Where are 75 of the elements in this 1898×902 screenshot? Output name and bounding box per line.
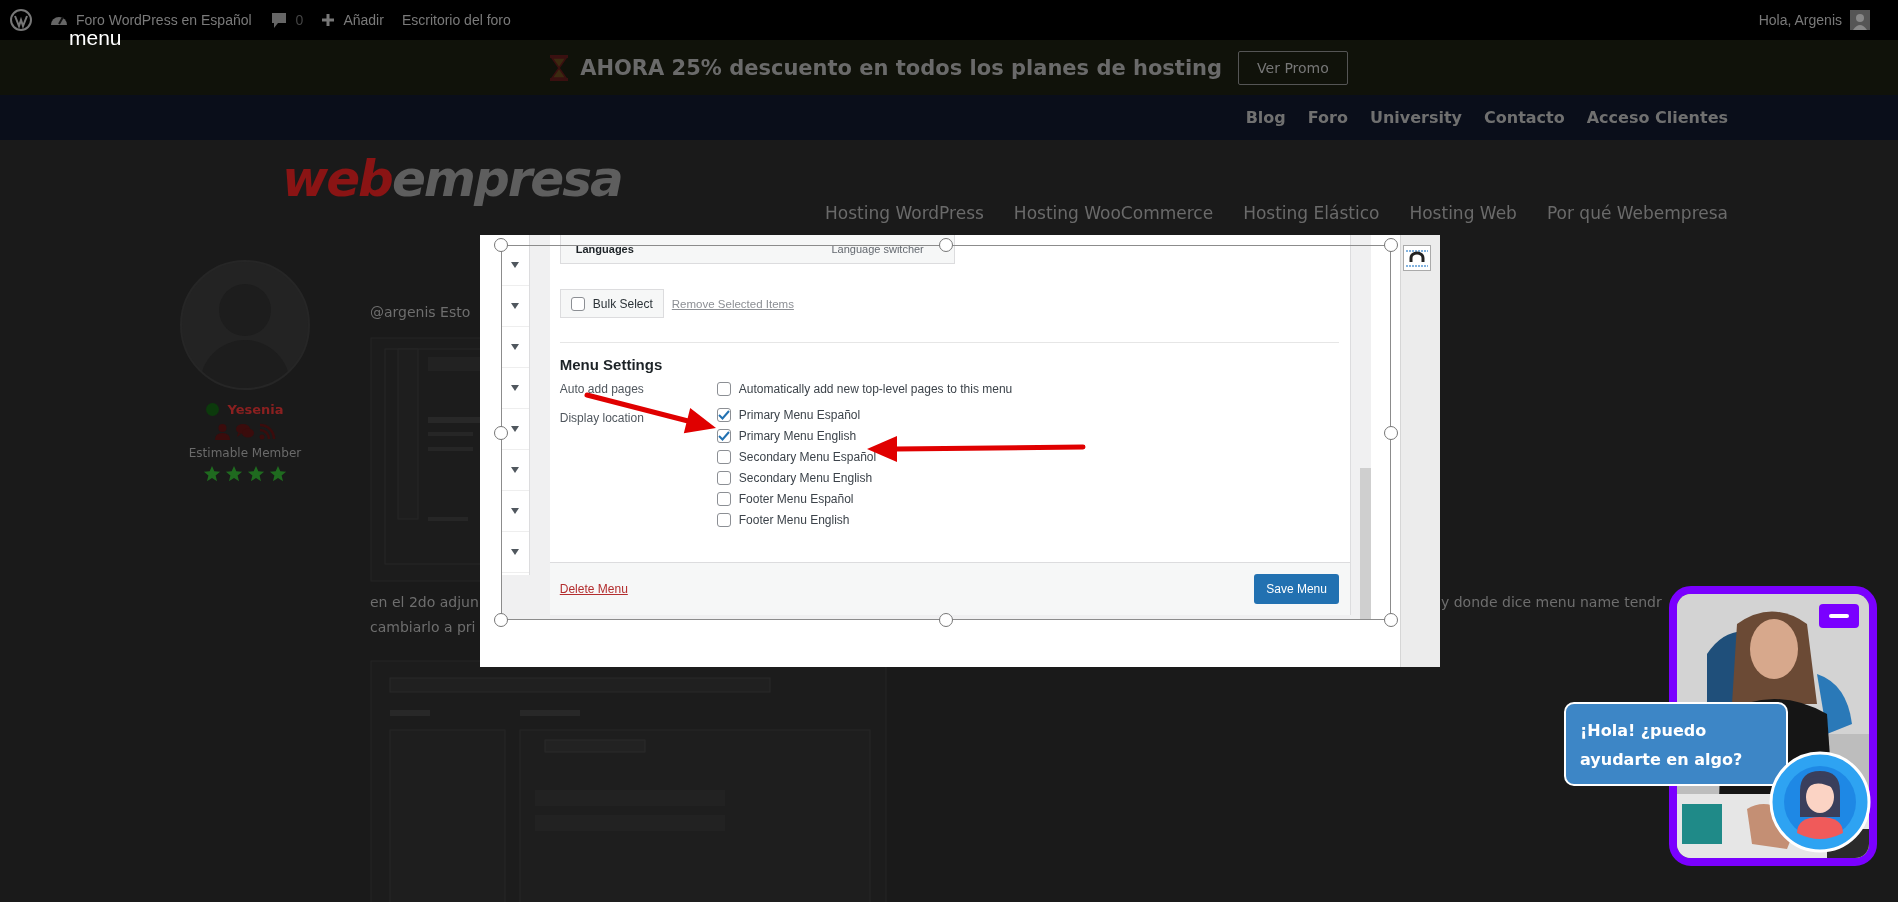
bulk-select-button[interactable]: Bulk Select xyxy=(559,289,664,318)
resize-handle[interactable] xyxy=(939,613,953,627)
checkbox-label[interactable]: Footer Menu English xyxy=(738,513,850,527)
top-nav-link[interactable]: Acceso Clientes xyxy=(1586,108,1728,127)
menu-item-type: Language switcher xyxy=(831,243,924,255)
checkbox-label[interactable]: Secondary Menu English xyxy=(738,471,873,485)
resize-handle[interactable] xyxy=(1384,238,1398,252)
delete-menu-link[interactable]: Delete Menu xyxy=(559,582,628,596)
hourglass-icon xyxy=(550,54,569,81)
promo-text: AHORA 25% descuento en todos los planes de hosting xyxy=(580,55,1223,80)
checkbox[interactable] xyxy=(716,382,731,396)
top-nav-link[interactable]: Contacto xyxy=(1484,108,1565,127)
text-wrap-icon[interactable] xyxy=(1403,245,1431,271)
caret-icon[interactable] xyxy=(511,508,520,514)
chat-message: ¡Hola! ¿puedo ayudarte en algo? xyxy=(1580,721,1743,769)
top-nav-link[interactable]: University xyxy=(1369,108,1463,127)
selection-frame[interactable] xyxy=(501,245,1391,620)
resize-handle[interactable] xyxy=(1384,613,1398,627)
minimize-button[interactable] xyxy=(1819,604,1859,628)
resize-handle[interactable] xyxy=(1384,425,1398,440)
checkbox-label[interactable]: Primary Menu Español xyxy=(738,408,861,422)
checkbox[interactable] xyxy=(716,408,731,422)
caret-icon[interactable] xyxy=(511,385,520,391)
user-avatar-icon[interactable] xyxy=(1850,10,1870,30)
post-text: y donde dice menu name tendr xyxy=(1441,593,1662,612)
comment-icon xyxy=(269,11,288,29)
main-nav-link[interactable]: Hosting Elástico xyxy=(1243,203,1380,227)
caret-icon[interactable] xyxy=(511,467,520,473)
main-nav-link[interactable]: Hosting Web xyxy=(1409,203,1517,227)
post-text: en el 2do adjun xyxy=(370,593,479,612)
menu-label[interactable]: menu xyxy=(69,26,122,50)
checkbox[interactable] xyxy=(716,471,731,485)
save-menu-button[interactable]: Save Menu xyxy=(1254,574,1340,604)
checkbox[interactable] xyxy=(716,450,731,464)
checkbox[interactable] xyxy=(570,296,585,311)
chat-bubble[interactable]: ¡Hola! ¿puedo ayudarte en algo? xyxy=(1564,702,1788,786)
forum-dashboard-link[interactable]: Escritorio del foro xyxy=(401,12,511,28)
checkbox[interactable] xyxy=(716,429,731,443)
checkbox[interactable] xyxy=(716,492,731,506)
caret-icon[interactable] xyxy=(511,303,520,309)
resize-handle[interactable] xyxy=(494,238,508,252)
webempresa-logo[interactable]: webempresa xyxy=(282,150,622,212)
member-rank: Estimable Member xyxy=(188,446,302,460)
top-nav-link[interactable]: Foro xyxy=(1307,108,1348,127)
greeting-link[interactable]: Hola, Argenis xyxy=(1758,12,1842,28)
settings-title: Menu Settings xyxy=(559,356,664,373)
post-text: cambiarlo a pri xyxy=(370,618,476,637)
menu-item-title: Languages xyxy=(575,243,634,255)
scrollbar-thumb[interactable] xyxy=(1360,468,1371,620)
post-text: @argenis Esto xyxy=(370,303,471,322)
promo-button[interactable]: Ver Promo xyxy=(1238,50,1348,85)
main-nav-link[interactable]: Por qué Webempresa xyxy=(1546,203,1728,227)
main-nav-link[interactable]: Hosting WordPress xyxy=(825,203,984,227)
menu-item-bar[interactable]: Languages Language switcher xyxy=(559,235,955,264)
setting-label: Auto add pages xyxy=(559,381,645,397)
top-nav-link[interactable]: Blog xyxy=(1245,108,1286,127)
caret-icon[interactable] xyxy=(511,549,520,555)
checkbox-label[interactable]: Primary Menu English xyxy=(738,429,857,443)
site-name-link[interactable]: Foro WordPress en Español xyxy=(76,12,252,28)
remove-selected-link[interactable]: Remove Selected Items xyxy=(671,297,794,310)
avatar-icon[interactable] xyxy=(1769,751,1871,853)
plus-icon xyxy=(321,13,336,27)
checkbox[interactable] xyxy=(716,513,731,527)
caret-icon[interactable] xyxy=(511,262,520,268)
resize-handle[interactable] xyxy=(494,613,508,627)
checkbox-label[interactable]: Secondary Menu Español xyxy=(738,450,877,464)
main-nav-link[interactable]: Hosting WooCommerce xyxy=(1013,203,1214,227)
checkbox-label[interactable]: Footer Menu Español xyxy=(738,492,854,506)
caret-icon[interactable] xyxy=(511,344,520,350)
add-new-link[interactable]: Añadir xyxy=(343,12,384,28)
checkbox-label[interactable]: Automatically add new top-level pages to this menu xyxy=(738,382,1013,396)
wordpress-logo-icon[interactable] xyxy=(10,9,32,31)
caret-icon[interactable] xyxy=(511,426,520,432)
setting-label: Display location xyxy=(559,410,645,426)
resize-handle[interactable] xyxy=(494,425,508,440)
